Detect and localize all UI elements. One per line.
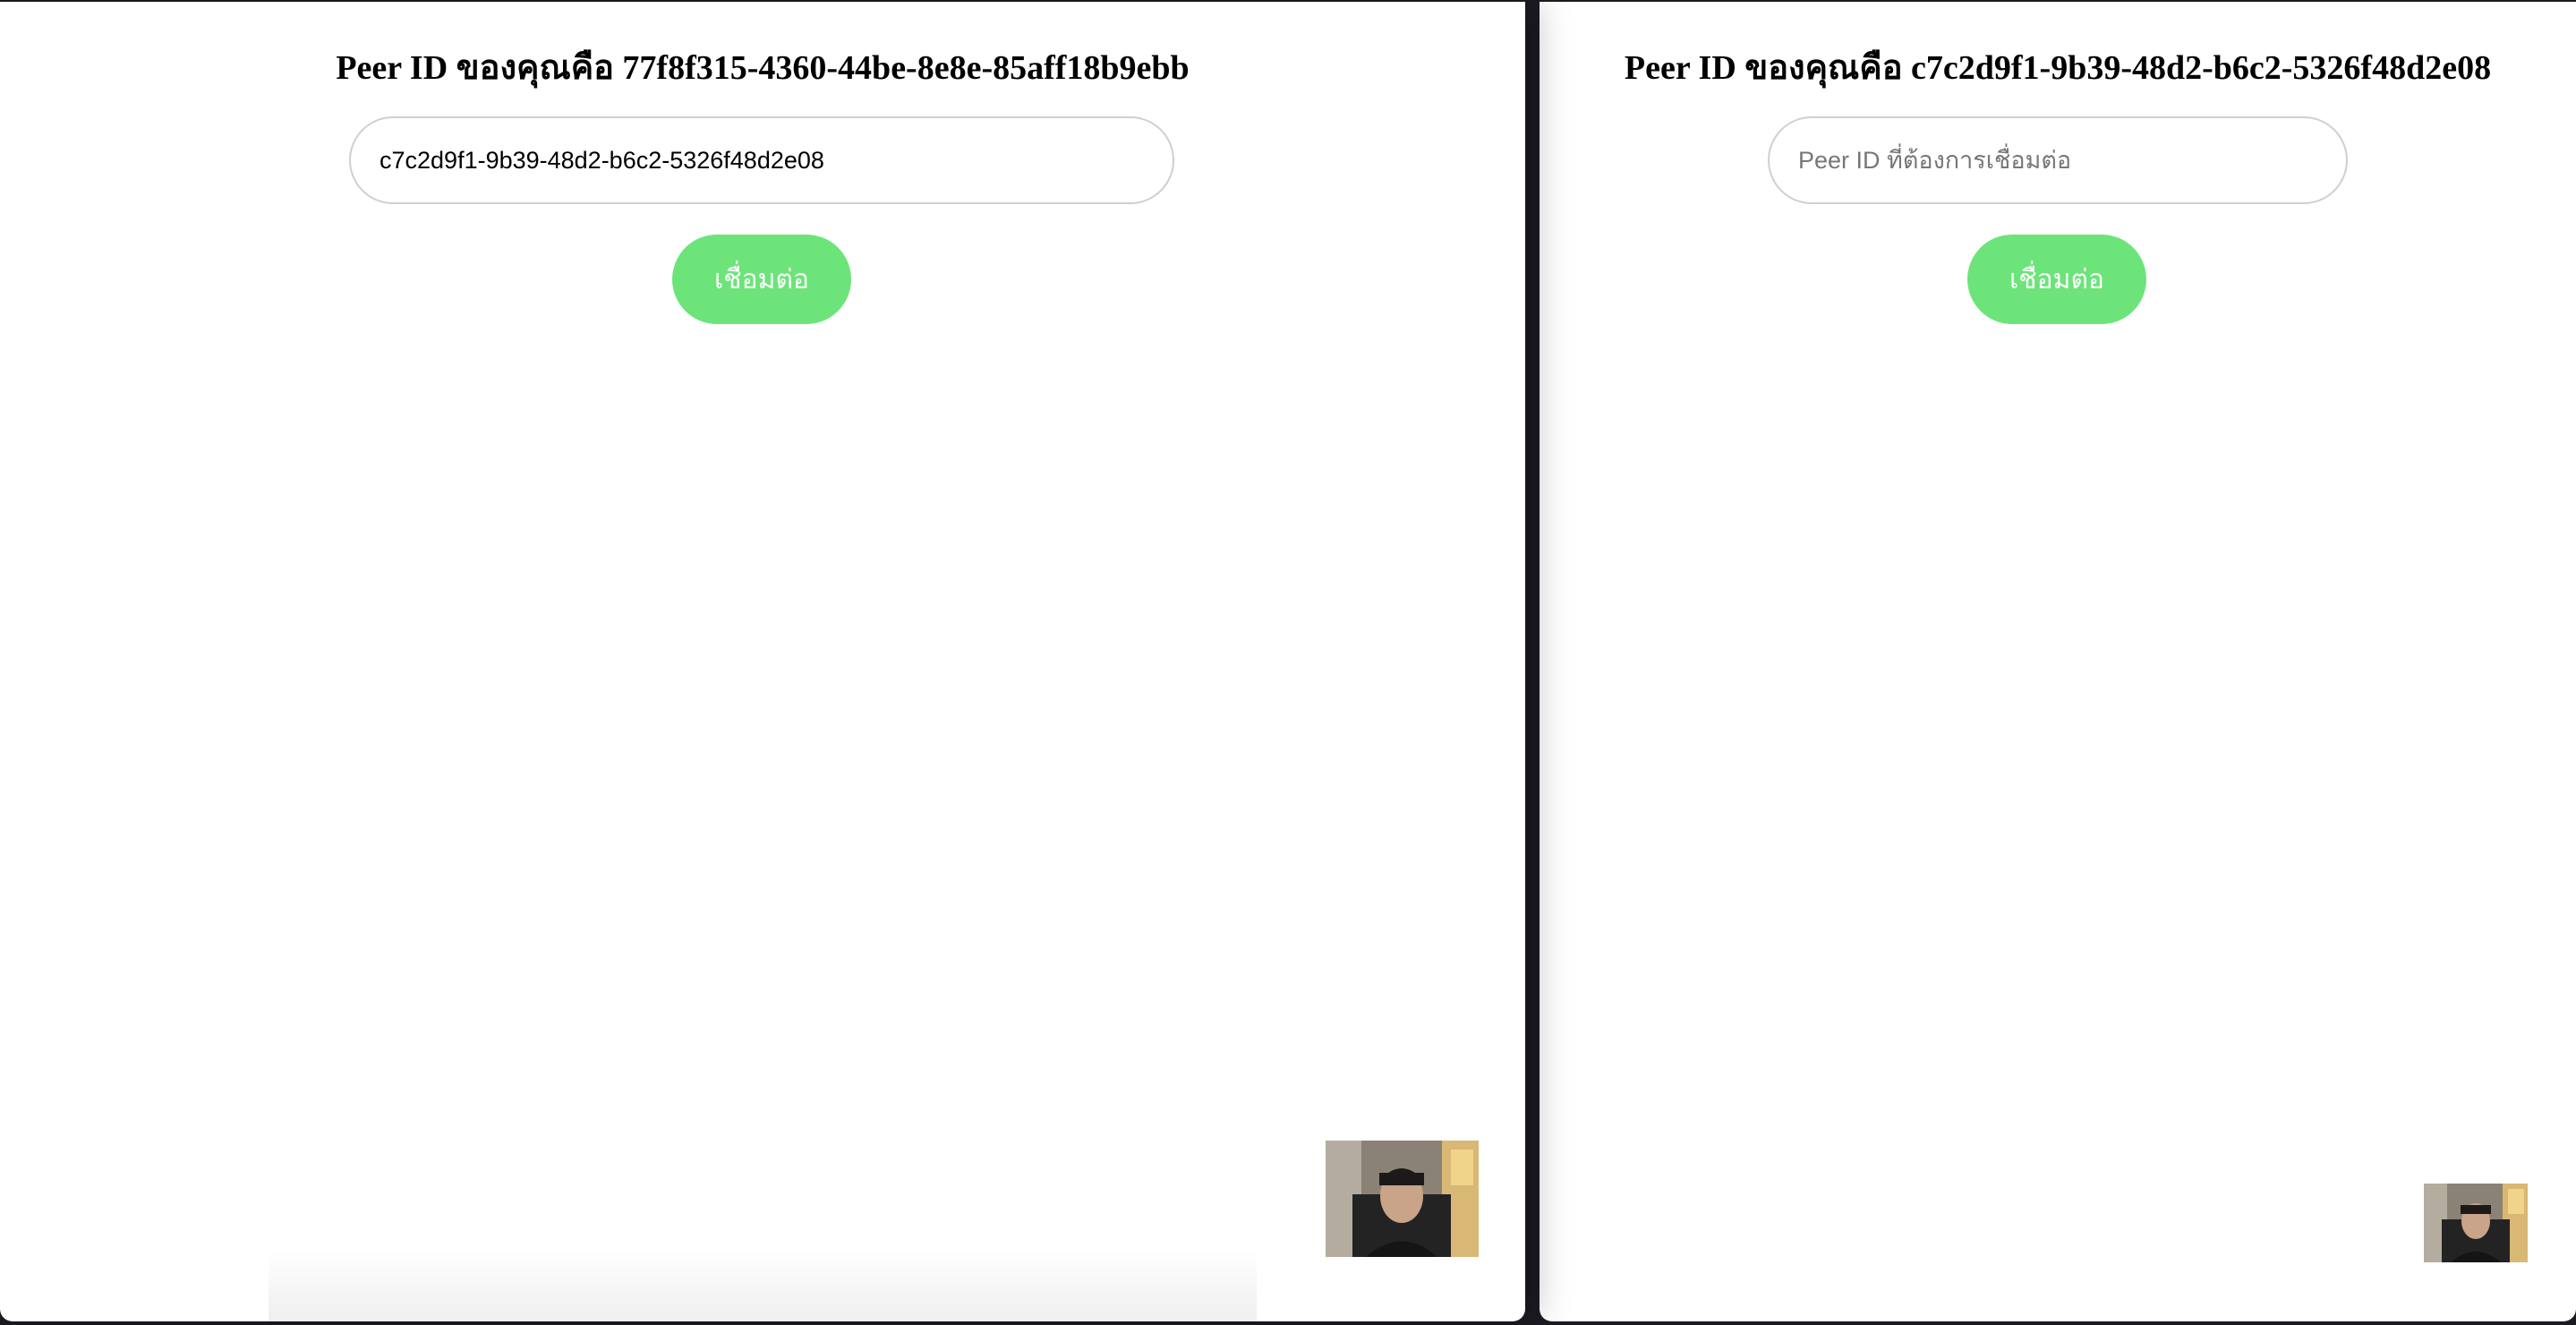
- desktop: Peer ID ของคุณคือ 77f8f315-4360-44be-8e8…: [0, 0, 2576, 1325]
- right-browser-window: Peer ID ของคุณคือ c7c2d9f1-9b39-48d2-b6c…: [1540, 2, 2576, 1321]
- window-bottom-shadow: [269, 1250, 1257, 1321]
- webcam-feed-icon: [2424, 1184, 2528, 1262]
- left-browser-window: Peer ID ของคุณคือ 77f8f315-4360-44be-8e8…: [0, 2, 1525, 1321]
- page-title: Peer ID ของคุณคือ 77f8f315-4360-44be-8e8…: [336, 49, 1190, 87]
- local-video-preview: [1326, 1141, 1479, 1257]
- connect-button[interactable]: เชื่อมต่อ: [672, 235, 851, 324]
- connect-button[interactable]: เชื่อมต่อ: [1967, 235, 2146, 324]
- peer-id-input[interactable]: [1768, 116, 2348, 204]
- page-title: Peer ID ของคุณคือ c7c2d9f1-9b39-48d2-b6c…: [1624, 49, 2492, 87]
- peer-id-input[interactable]: [349, 116, 1174, 204]
- webcam-feed-icon: [1326, 1141, 1479, 1257]
- local-video-preview: [2424, 1184, 2528, 1262]
